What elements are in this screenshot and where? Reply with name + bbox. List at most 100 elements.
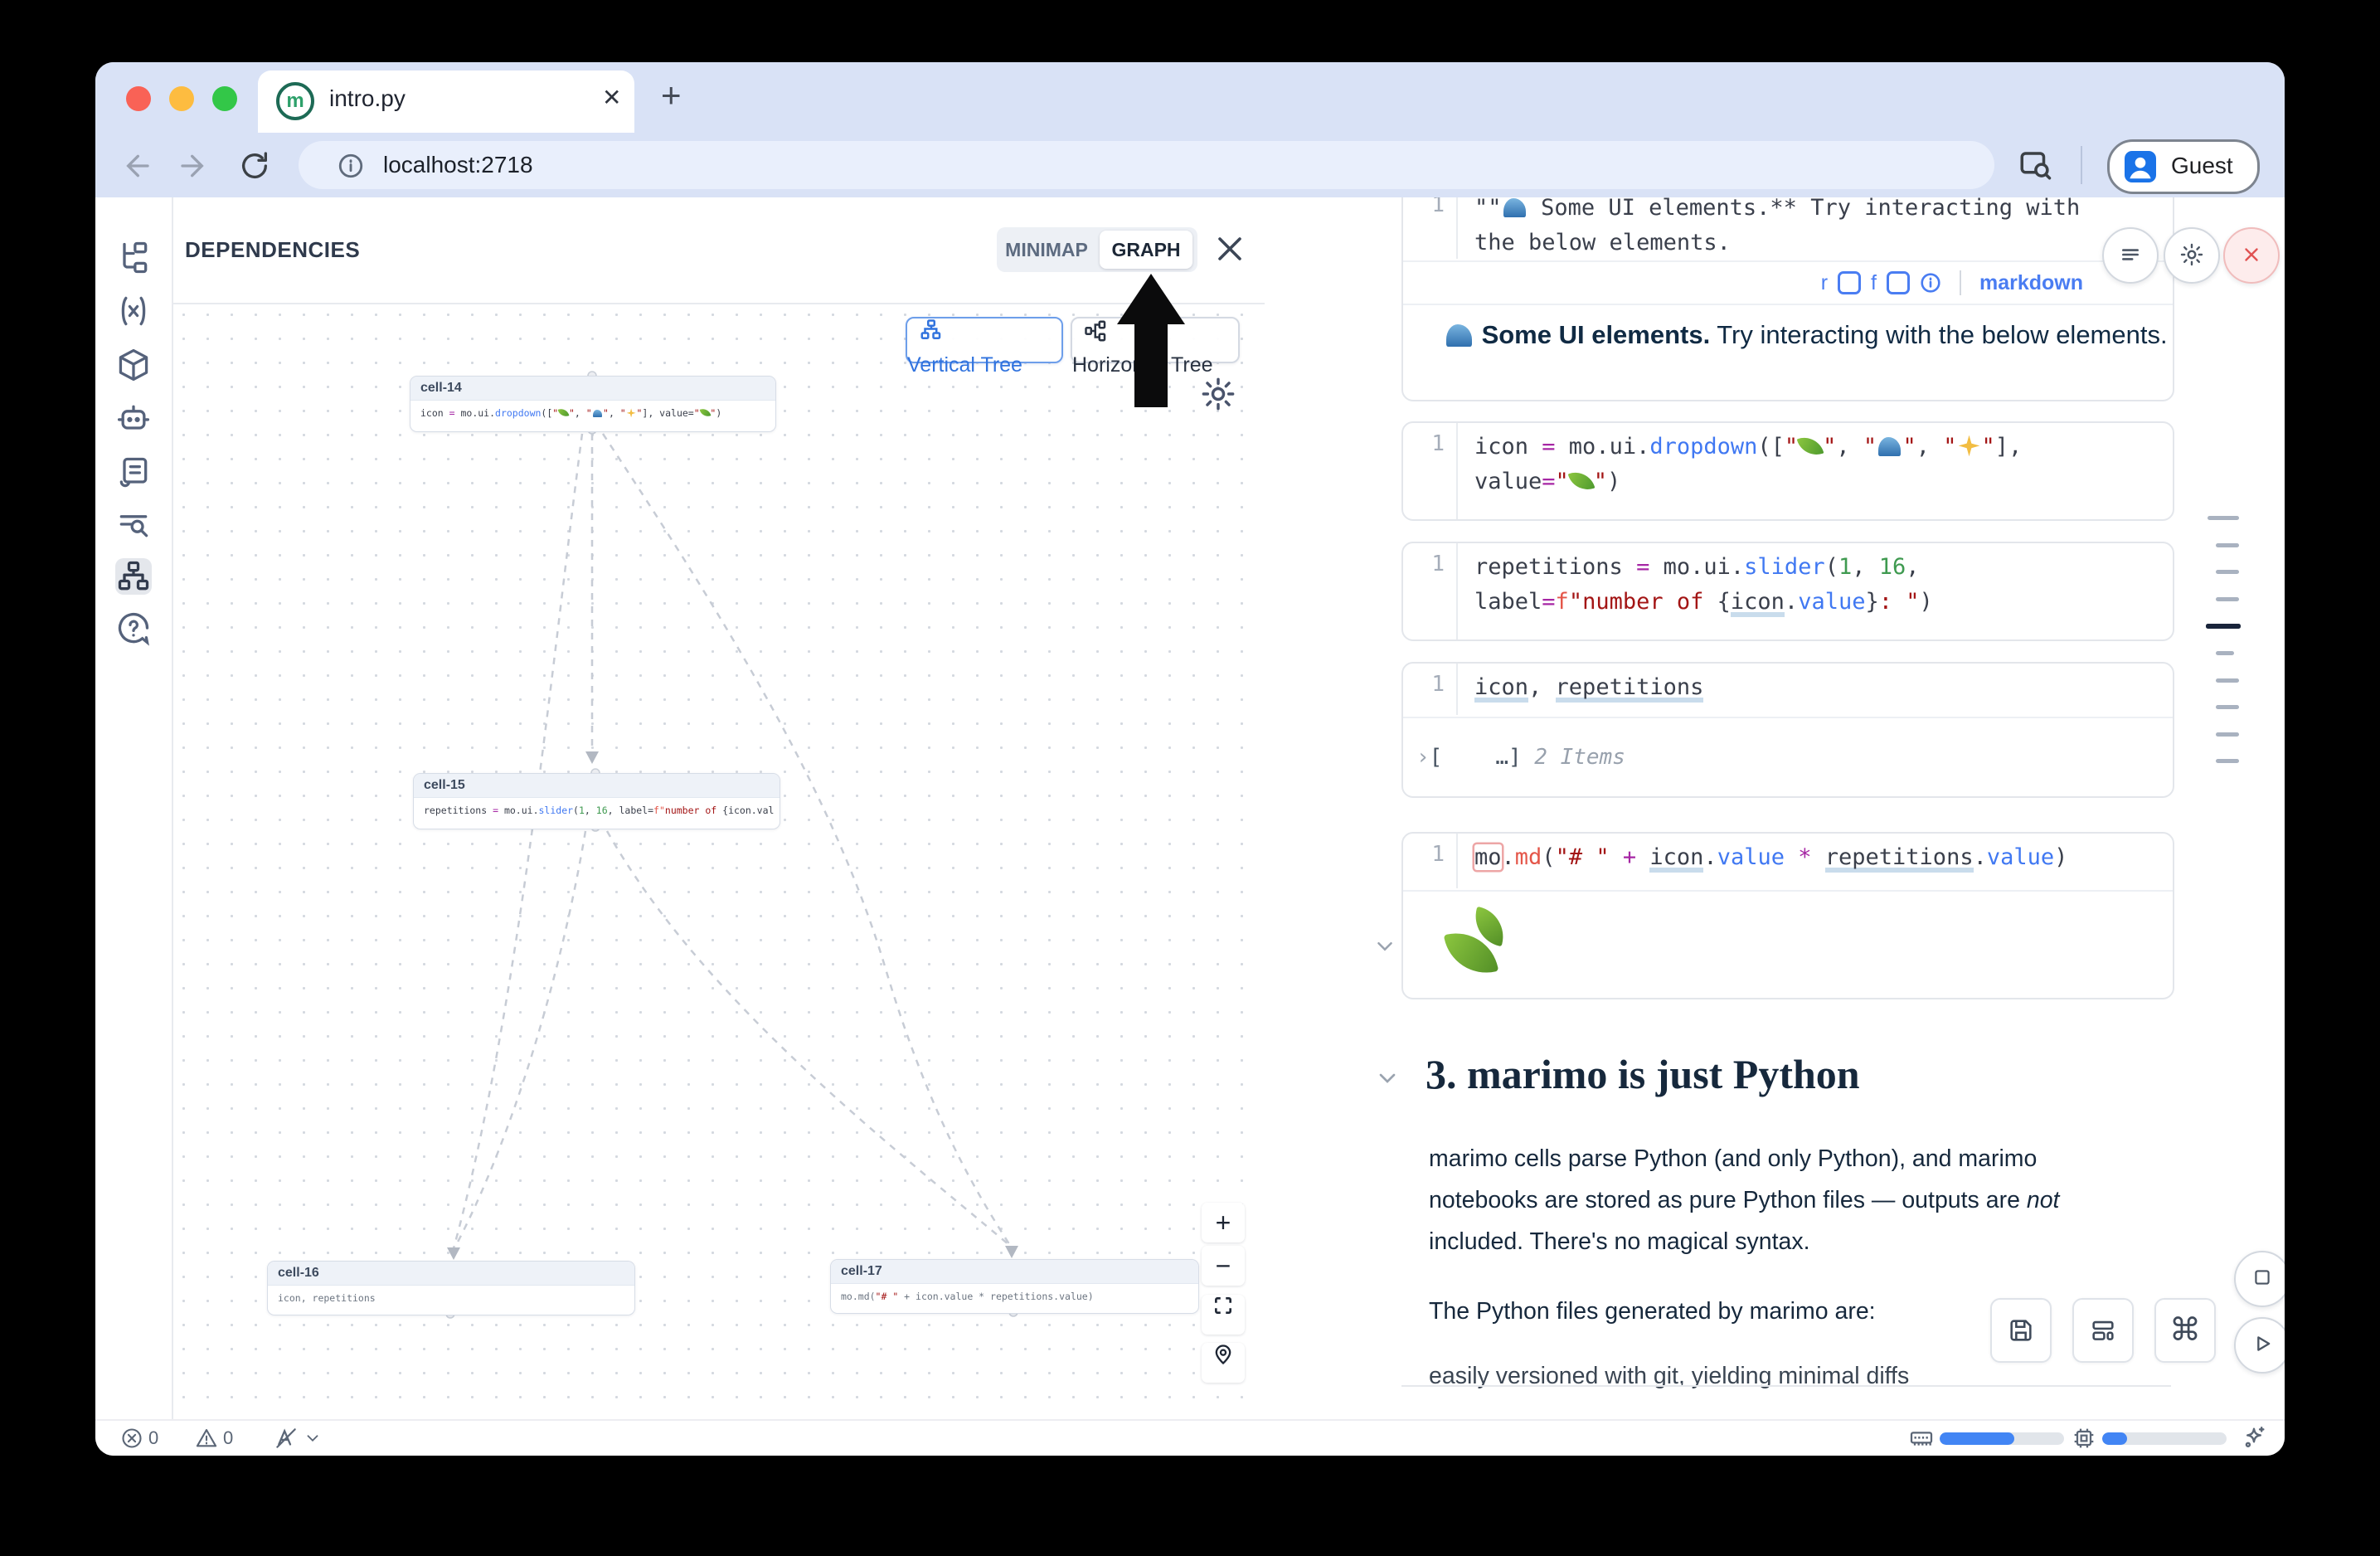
- cell-slider[interactable]: 1 repetitions = mo.ui.slider(1, 16, labe…: [1401, 542, 2174, 641]
- notebook-menu-button[interactable]: [2102, 227, 2159, 284]
- tab-minimap[interactable]: MINIMAP: [997, 227, 1096, 272]
- interrupt-button[interactable]: [2223, 227, 2280, 284]
- ai-assistant-icon[interactable]: [115, 401, 152, 437]
- minimap-line-active[interactable]: [2206, 624, 2241, 629]
- cpu-icon: [2071, 1425, 2097, 1451]
- graph-settings-button[interactable]: [1199, 375, 1237, 413]
- new-tab-button[interactable]: +: [661, 75, 682, 115]
- section-collapse-icon[interactable]: [1374, 1065, 1401, 1092]
- errors-indicator[interactable]: 0: [120, 1421, 158, 1456]
- line-number-gutter: 1: [1403, 197, 1458, 259]
- ram-icon: [1908, 1425, 1935, 1451]
- minimap-line[interactable]: [2216, 732, 2239, 737]
- notebook-settings-button[interactable]: [2164, 227, 2220, 284]
- collapsed-array-output[interactable]: ›[…] 2 Items: [1416, 745, 1625, 770]
- traffic-light-close[interactable]: [126, 86, 151, 111]
- formatter-toggle[interactable]: [274, 1421, 322, 1456]
- fit-view-button[interactable]: [1202, 1295, 1245, 1335]
- vertical-tree-icon: [919, 318, 944, 343]
- code-editor[interactable]: "" Some UI elements.** Try interacting w…: [1474, 197, 2164, 260]
- minimap-line[interactable]: [2216, 651, 2234, 655]
- traffic-light-zoom[interactable]: [212, 86, 237, 111]
- ram-usage[interactable]: [1908, 1421, 2064, 1456]
- language-label[interactable]: markdown: [1979, 271, 2083, 295]
- url-bar[interactable]: localhost:2718: [299, 141, 1994, 189]
- back-button[interactable]: [119, 149, 152, 182]
- cell-dropdown[interactable]: 1 icon = mo.ui.dropdown(["", "", ""], va…: [1401, 421, 2174, 521]
- minimap-line[interactable]: [2216, 570, 2239, 574]
- dependency-graph-icon[interactable]: [115, 558, 152, 595]
- minimap-line[interactable]: [2216, 705, 2239, 709]
- ai-assistant-toggle[interactable]: [2240, 1421, 2268, 1456]
- layout-button[interactable]: [2072, 1298, 2134, 1363]
- graph-node-cell-14[interactable]: cell-14 icon = mo.ui.dropdown(["", "", "…: [410, 376, 776, 432]
- command-palette-button[interactable]: ⌘: [2154, 1298, 2216, 1363]
- help-icon[interactable]: [115, 610, 152, 647]
- site-info-icon[interactable]: [337, 152, 365, 180]
- vertical-tree-button[interactable]: Vertical Tree: [906, 317, 1063, 363]
- line-number: 1: [1403, 197, 1445, 217]
- variables-icon[interactable]: [115, 293, 152, 329]
- minimap-line[interactable]: [2216, 678, 2239, 683]
- center-selection-button[interactable]: [1202, 1343, 1245, 1383]
- minimap-line[interactable]: [2216, 759, 2239, 763]
- node-code: icon, repetitions: [268, 1286, 634, 1310]
- marimo-favicon: m: [276, 82, 314, 120]
- sparkle-icon: [2240, 1424, 2268, 1452]
- square-icon: [2251, 1267, 2273, 1288]
- graph-node-cell-15[interactable]: cell-15 repetitions = mo.ui.slider(1, 16…: [413, 773, 780, 829]
- guest-profile-button[interactable]: Guest: [2107, 139, 2260, 194]
- code-editor[interactable]: repetitions = mo.ui.slider(1, 16, label=…: [1474, 550, 2164, 620]
- browser-window: m intro.py ✕ + localhost:2718 Guest: [95, 62, 2285, 1456]
- reload-button[interactable]: [238, 149, 271, 182]
- app-rail: [95, 197, 173, 1421]
- tab-graph[interactable]: GRAPH: [1100, 231, 1192, 269]
- config-f-checkbox[interactable]: [1887, 271, 1910, 294]
- code-editor[interactable]: icon = mo.ui.dropdown(["", "", ""], valu…: [1474, 430, 2164, 499]
- browser-tab[interactable]: m intro.py ✕: [258, 71, 634, 133]
- code-editor[interactable]: mo.md("# " + icon.value * repetitions.va…: [1474, 840, 2164, 875]
- traffic-light-minimize[interactable]: [169, 86, 194, 111]
- graph-node-cell-17[interactable]: cell-17 mo.md("# " + icon.value * repeti…: [830, 1259, 1199, 1314]
- cell-tuple[interactable]: 1 icon, repetitions ›[…] 2 Items: [1401, 662, 2174, 798]
- scroll-to-cell-button[interactable]: [2234, 1251, 2285, 1307]
- config-r-checkbox[interactable]: [1838, 271, 1861, 294]
- node-title: cell-16: [268, 1262, 634, 1286]
- cell-md-leaf[interactable]: 1 mo.md("# " + icon.value * repetitions.…: [1401, 832, 2174, 999]
- next-cell-edge: [1401, 1385, 2171, 1387]
- line-number: 1: [1403, 842, 1445, 867]
- black-arrow-annotation: [1107, 268, 1198, 413]
- chevron-down-icon: [304, 1429, 322, 1447]
- logs-icon[interactable]: [115, 455, 152, 491]
- node-code: icon = mo.ui.dropdown(["", "", ""], valu…: [410, 401, 775, 425]
- code-editor[interactable]: icon, repetitions: [1474, 670, 2164, 705]
- ram-meter: [1940, 1432, 2064, 1445]
- packages-icon[interactable]: [115, 347, 152, 383]
- graph-node-cell-16[interactable]: cell-16 icon, repetitions: [267, 1261, 635, 1315]
- cpu-usage[interactable]: [2071, 1421, 2227, 1456]
- save-icon: [2007, 1316, 2035, 1344]
- cell-markdown-intro[interactable]: 1 "" Some UI elements.** Try interacting…: [1401, 197, 2174, 401]
- section-heading: 3. marimo is just Python: [1426, 1050, 1860, 1098]
- warnings-indicator[interactable]: 0: [195, 1421, 233, 1456]
- panel-close-button[interactable]: [1210, 229, 1250, 269]
- zoom-in-button[interactable]: +: [1202, 1203, 1245, 1242]
- run-button[interactable]: [2234, 1317, 2285, 1374]
- collapse-output-icon[interactable]: [1372, 934, 1397, 959]
- tab-close-icon[interactable]: ✕: [602, 84, 621, 111]
- save-button[interactable]: [1990, 1298, 2052, 1363]
- snippets-icon[interactable]: [115, 506, 152, 542]
- minimap-line[interactable]: [2216, 543, 2239, 547]
- zoom-out-button[interactable]: −: [1202, 1246, 1245, 1286]
- tab-search-icon[interactable]: [2018, 148, 2052, 182]
- dependency-edges: [172, 303, 1265, 1421]
- graph-canvas[interactable]: Vertical Tree Horizontal Tree cell-14 ic…: [172, 303, 1265, 1421]
- view-toggle: MINIMAP GRAPH: [997, 227, 1197, 272]
- minimap-line[interactable]: [2208, 516, 2239, 520]
- line-number: 1: [1403, 672, 1445, 697]
- forward-button[interactable]: [178, 149, 211, 182]
- minimap-line[interactable]: [2216, 597, 2239, 601]
- file-tree-icon[interactable]: [115, 240, 152, 276]
- cell-info-icon[interactable]: [1920, 272, 1941, 294]
- dependencies-header: DEPENDENCIES MINIMAP GRAPH: [172, 197, 1265, 304]
